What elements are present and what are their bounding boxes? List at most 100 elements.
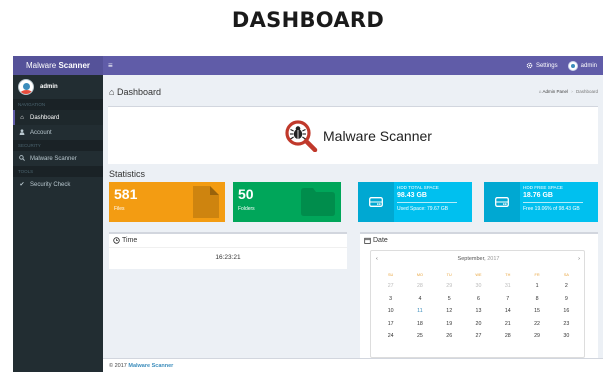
calendar-day[interactable]: 21 xyxy=(493,318,522,331)
sidebar-item-account[interactable]: Account xyxy=(13,125,103,140)
user-avatar-icon xyxy=(567,60,578,71)
breadcrumb-separator: › xyxy=(571,89,573,94)
calendar-weekday: MO xyxy=(416,273,423,277)
calendar-day[interactable]: 14 xyxy=(493,305,522,318)
clock-icon xyxy=(113,237,120,244)
sidebar-toggle-icon[interactable]: ≡ xyxy=(108,56,113,75)
hdd-total-value: 98.43 GB xyxy=(397,192,427,199)
hdd-icon xyxy=(495,197,509,207)
calendar-day[interactable]: 7 xyxy=(493,293,522,306)
hdd-icon xyxy=(369,197,383,207)
breadcrumb: ⌂ Admin Panel › Dashboard xyxy=(539,89,598,94)
calendar-day[interactable]: 2 xyxy=(552,280,581,293)
calendar-day[interactable]: 1 xyxy=(522,280,551,293)
time-value: 16:23:21 xyxy=(215,254,241,261)
hdd-free-value: 18.76 GB xyxy=(523,192,553,199)
calendar-day[interactable]: 28 xyxy=(405,280,434,293)
navbar-right: Settings admin xyxy=(526,56,597,75)
calendar-day[interactable]: 19 xyxy=(435,318,464,331)
sidebar-item-dashboard[interactable]: ⌂ Dashboard xyxy=(13,110,103,125)
folders-stat-box[interactable]: 50 Folders xyxy=(233,182,341,222)
sidebar-item-label: Account xyxy=(30,129,52,136)
user-menu[interactable]: admin xyxy=(567,60,597,71)
calendar-day[interactable]: 29 xyxy=(435,280,464,293)
calendar-weekday: FR xyxy=(534,273,540,277)
main-content: ⌂ Dashboard ⌂ Admin Panel › Dashboard Ma… xyxy=(103,75,603,372)
user-panel: admin xyxy=(13,75,103,99)
calendar-next-icon[interactable]: › xyxy=(578,256,580,262)
brand-logo[interactable]: Malware Scanner xyxy=(13,56,103,75)
hdd-free-progress xyxy=(523,202,583,203)
files-stat-box[interactable]: 581 Files xyxy=(109,182,225,222)
calendar-day[interactable]: 20 xyxy=(464,318,493,331)
calendar-day[interactable]: 27 xyxy=(376,280,405,293)
calendar-day[interactable]: 6 xyxy=(464,293,493,306)
calendar-icon xyxy=(364,237,371,244)
calendar-day[interactable]: 18 xyxy=(405,318,434,331)
breadcrumb-link[interactable]: Admin Panel xyxy=(542,89,568,94)
calendar-weekday: SU xyxy=(388,273,394,277)
sidebar-user-name: admin xyxy=(40,84,58,90)
calendar-day[interactable]: 11 xyxy=(405,305,434,318)
calendar-day[interactable]: 27 xyxy=(464,330,493,343)
calendar-day[interactable]: 9 xyxy=(552,293,581,306)
calendar-weekday: TH xyxy=(505,273,511,277)
calendar-day[interactable]: 5 xyxy=(435,293,464,306)
calendar-day[interactable]: 8 xyxy=(522,293,551,306)
sidebar-item-security-check[interactable]: ✔ Security Check xyxy=(13,177,103,192)
calendar-day[interactable]: 13 xyxy=(464,305,493,318)
sidebar-item-label: Security Check xyxy=(30,181,71,188)
avatar xyxy=(18,79,34,95)
calendar-day[interactable]: 24 xyxy=(376,330,405,343)
nav-section-header: SECURITY xyxy=(13,140,103,151)
calendar-day[interactable]: 26 xyxy=(435,330,464,343)
calendar-day[interactable]: 10 xyxy=(376,305,405,318)
hdd-free-info-box: HDD FREE SPACE 18.76 GB Free 19.06% of 9… xyxy=(484,182,598,222)
calendar-day[interactable]: 30 xyxy=(552,330,581,343)
hdd-free-desc: Free 19.06% of 98.43 GB xyxy=(523,206,580,212)
logo-text: Malware Scanner xyxy=(323,128,432,144)
sidebar-item-label: Malware Scanner xyxy=(30,155,77,162)
app-window: Malware Scanner ≡ Settings admin admin N… xyxy=(13,56,603,372)
nav-section-header: TOOLS xyxy=(13,166,103,177)
user-menu-label: admin xyxy=(580,62,597,69)
brand-strong: Scanner xyxy=(58,61,91,70)
sidebar-item-label: Dashboard xyxy=(30,114,60,121)
calendar-day[interactable]: 16 xyxy=(552,305,581,318)
calendar-day[interactable]: 22 xyxy=(522,318,551,331)
search-icon xyxy=(19,154,25,163)
hdd-total-info-box: HDD TOTAL SPACE 98.43 GB Used Space: 79.… xyxy=(358,182,472,222)
malware-scanner-logo-icon xyxy=(285,120,318,152)
calendar-day[interactable]: 12 xyxy=(435,305,464,318)
time-panel-title: Time xyxy=(113,237,137,244)
calendar-day[interactable]: 29 xyxy=(522,330,551,343)
calendar-grid: SU MO TU WE TH FR SA 27 28 29 30 31 1 2 3 4 5 6 7 8 9 10 11 12 1… xyxy=(376,271,581,343)
calendar-day[interactable]: 3 xyxy=(376,293,405,306)
calendar-prev-icon[interactable]: ‹ xyxy=(376,256,378,262)
calendar-day[interactable]: 4 xyxy=(405,293,434,306)
footer-link[interactable]: Malware Scanner xyxy=(128,363,173,369)
footer: © 2017 Malware Scanner xyxy=(103,358,603,372)
calendar-day[interactable]: 15 xyxy=(522,305,551,318)
hdd-total-desc: Used Space: 79.67 GB xyxy=(397,206,449,212)
calendar-day[interactable]: 30 xyxy=(464,280,493,293)
brand-prefix: Malware xyxy=(25,61,57,70)
calendar-day[interactable]: 31 xyxy=(493,280,522,293)
statistics-title: Statistics xyxy=(109,169,146,179)
calendar-day[interactable]: 25 xyxy=(405,330,434,343)
breadcrumb-current: Dashboard xyxy=(575,89,598,94)
logo-banner: Malware Scanner xyxy=(108,106,598,164)
home-icon: ⌂ xyxy=(109,87,115,97)
folders-count: 50 xyxy=(238,186,254,202)
calendar-weekday: SA xyxy=(563,273,569,277)
calendar-day[interactable]: 28 xyxy=(493,330,522,343)
calendar-month-title[interactable]: September, 2017 xyxy=(371,256,586,262)
date-panel-title: Date xyxy=(364,237,388,244)
calendar-day[interactable]: 23 xyxy=(552,318,581,331)
breadcrumb-home-icon: ⌂ xyxy=(538,89,542,94)
settings-link[interactable]: Settings xyxy=(526,62,558,69)
sidebar: admin NAVIGATION ⌂ Dashboard Account SEC… xyxy=(13,75,103,372)
calendar-weekday: WE xyxy=(475,273,482,277)
sidebar-item-malware-scanner[interactable]: Malware Scanner xyxy=(13,151,103,166)
calendar-day[interactable]: 17 xyxy=(376,318,405,331)
